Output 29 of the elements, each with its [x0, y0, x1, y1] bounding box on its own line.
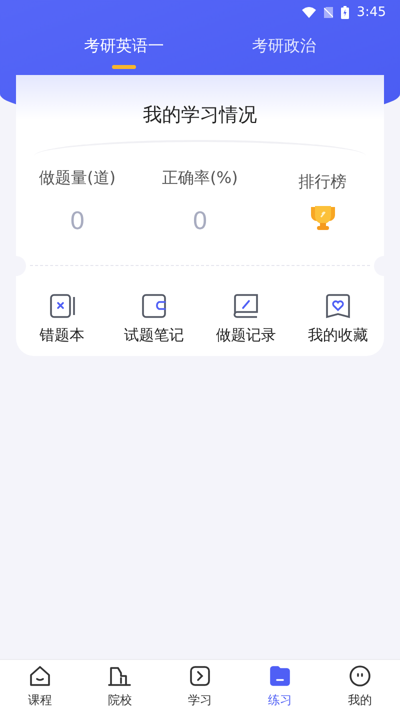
nav-tab[interactable]: 练习 [240, 660, 320, 712]
shortcut-button[interactable]: 我的收藏 [292, 292, 384, 345]
cross-box-icon [48, 292, 76, 320]
house-icon [28, 664, 52, 688]
shortcut-button[interactable]: 错题本 [16, 292, 108, 345]
book-icon [232, 292, 260, 320]
play-square-icon [188, 664, 212, 688]
nav-tab[interactable]: 学习 [160, 660, 240, 712]
battery-icon [340, 6, 349, 18]
stat-value: 0 [192, 207, 208, 235]
card-title: 我的学习情况 [142, 103, 258, 128]
status-time: 3:45 [356, 4, 386, 20]
face-icon [348, 664, 372, 688]
nav-tab[interactable]: 院校 [80, 660, 160, 712]
folder-icon [268, 664, 292, 688]
card-icon [140, 292, 168, 320]
nav-tab[interactable]: 课程 [0, 660, 80, 712]
tab[interactable]: 考研政治 [248, 24, 320, 74]
shortcut-button[interactable]: 试题笔记 [108, 292, 200, 345]
stat-value: 0 [70, 207, 85, 235]
wifi-icon [302, 6, 316, 18]
no-sim-icon [324, 6, 333, 18]
stat-label: 正确率(%) [162, 168, 238, 189]
nav-tab[interactable]: 我的 [320, 660, 400, 712]
stat-label: 做题量(道) [39, 168, 116, 189]
tab[interactable]: 考研英语一 [80, 24, 168, 74]
shortcut-button[interactable]: 做题记录 [200, 292, 292, 345]
ranking-label[interactable]: 排行榜 [298, 172, 347, 193]
heart-bookmark-icon [324, 292, 352, 320]
